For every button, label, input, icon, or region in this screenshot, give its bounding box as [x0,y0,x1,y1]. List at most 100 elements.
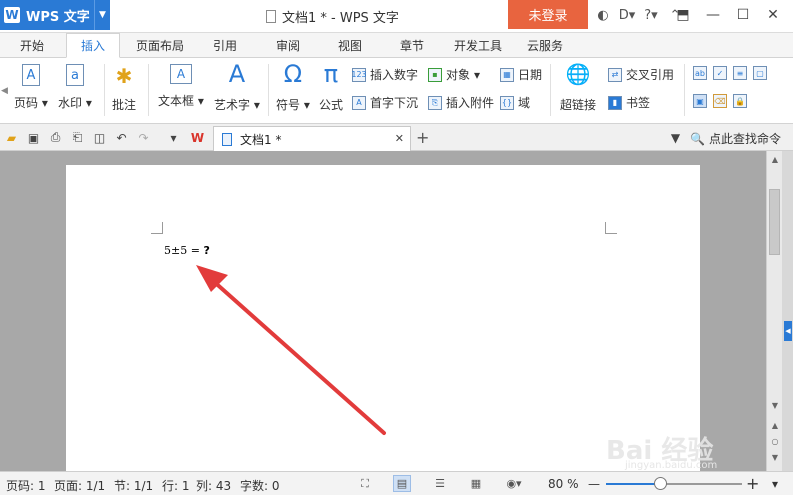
watermark-button[interactable]: a 水印 ▾ [58,64,92,111]
close-icon[interactable]: ✕ [758,4,788,26]
new-tab-icon[interactable]: + [416,128,429,147]
zoom-out-icon[interactable]: — [588,477,600,491]
undo-icon[interactable]: ↶ [114,130,129,145]
sidebar-toggle-icon[interactable]: ▼ [668,130,683,145]
form-controls-row-1: ab ✓ ≡ ▢ [693,66,767,80]
tab-insert[interactable]: 插入 [66,33,121,58]
ribbon-scroll-left-icon[interactable]: ◀ [0,58,9,124]
status-line: 行: 1 [162,479,190,493]
status-column: 列: 43 [196,479,232,493]
status-corner-icon[interactable]: ▾ [772,477,778,491]
scroll-down-icon[interactable]: ▼ [767,397,783,413]
insert-number-label: 插入数字 [370,68,419,82]
customize-toolbar-icon[interactable]: ▾ [166,130,181,145]
zoom-percent[interactable]: 80 % [548,477,579,491]
scroll-up-icon[interactable]: ▲ [767,151,783,167]
hyperlink-button[interactable]: 🌐 超链接 [560,62,596,113]
zoom-in-icon[interactable]: + [746,474,759,493]
document-page[interactable]: 5±5 = ? [66,165,700,471]
text-box-icon: A [169,64,192,84]
tab-chapter[interactable]: 章节 [400,33,424,58]
insert-attachment-button[interactable]: ⎘ 插入附件 [428,94,494,111]
print-preview-icon[interactable]: ◫ [92,130,107,145]
date-label: 日期 [518,68,543,82]
dropdown-field-icon[interactable]: ≡ [733,66,747,80]
object-button[interactable]: ▪ 对象 ▾ [428,66,480,83]
divider [684,64,685,116]
previous-page-icon[interactable]: ▲ [767,419,783,431]
page-number-icon: A [21,64,40,86]
restore-layout-icon[interactable]: ⬒ [668,4,698,26]
tab-view[interactable]: 视图 [338,33,362,58]
frame-icon[interactable]: ▢ [753,66,767,80]
tab-references[interactable]: 引用 [213,33,237,58]
tab-page-layout[interactable]: 页面布局 [136,33,184,58]
document-tab[interactable]: 文档1 * ✕ [213,126,411,151]
tab-review[interactable]: 审阅 [276,33,300,58]
formula-button[interactable]: π 公式 [319,60,344,113]
insert-number-button[interactable]: 123 插入数字 [351,66,419,83]
bookmark-icon: ▮ [608,95,622,110]
help-icon[interactable]: ?▾ [642,6,660,24]
insert-attachment-label: 插入附件 [446,96,495,110]
text-box-button[interactable]: A 文本框 ▾ [158,64,204,109]
scroll-thumb[interactable] [769,189,780,255]
field-button[interactable]: {} 域 [500,94,530,111]
close-tab-icon[interactable]: ✕ [395,132,404,145]
print-icon[interactable]: ⎗ [70,130,85,145]
page-number-button[interactable]: A 页码 ▾ [14,64,48,111]
share-icon[interactable]: D▾ [618,6,636,24]
tab-developer[interactable]: 开发工具 [454,33,502,58]
formula-label: 公式 [319,98,344,112]
symbol-button[interactable]: Ω 符号 ▾ [276,60,310,113]
date-button[interactable]: ▦ 日期 [500,66,542,83]
watermark-icon: a [65,64,84,86]
expand-panel-icon[interactable]: ◀ [784,321,792,341]
word-art-button[interactable]: A 艺术字 ▾ [214,60,260,113]
find-command-box[interactable]: 🔍 点此查找命令 [690,130,781,147]
next-page-icon[interactable]: ▼ [767,451,783,463]
export-pdf-icon[interactable]: ⎙ [48,130,63,145]
tab-cloud[interactable]: 云服务 [527,33,563,58]
minimize-icon[interactable]: — [698,4,728,26]
save-icon[interactable]: ▣ [26,130,41,145]
web-view-icon[interactable]: ▦ [467,475,485,492]
window-title: 文档1 * - WPS 文字 [266,7,399,26]
text-field-icon[interactable]: ab [693,66,707,80]
bookmark-button[interactable]: ▮ 书签 [608,94,650,111]
form-controls-row-2: ▣ ⌫ 🔒 [693,94,747,108]
cross-reference-label: 交叉引用 [626,68,675,82]
select-browse-object-icon[interactable]: ○ [767,435,783,447]
redo-icon[interactable]: ↷ [136,130,151,145]
open-folder-icon[interactable]: ▰ [4,130,19,145]
wps-menu-button[interactable]: W WPS 文字 ▼ [0,0,110,30]
zoom-slider[interactable] [606,477,742,490]
outline-view-icon[interactable]: ☰ [431,475,449,492]
eraser-icon[interactable]: ⌫ [713,94,727,108]
drop-cap-button[interactable]: A 首字下沉 [352,94,418,111]
field-icon: {} [500,95,514,110]
tab-home[interactable]: 开始 [20,33,44,58]
comment-button[interactable]: ✱ 批注 [112,64,136,113]
baidu-watermark-url: jingyan.baidu.com [625,460,718,471]
full-screen-icon[interactable]: ⛶ [356,475,374,492]
maximize-icon[interactable]: ☐ [728,4,758,26]
globe-link-icon: 🌐 [565,62,591,86]
page-view-icon[interactable]: ▤ [393,475,411,492]
eye-protection-icon[interactable]: ◉▾ [505,475,523,492]
chevron-down-icon[interactable]: ▼ [94,0,110,30]
word-art-icon: A [228,60,246,88]
lock-icon[interactable]: 🔒 [733,94,747,108]
login-button[interactable]: 未登录 [508,0,588,29]
vertical-scrollbar[interactable]: ▲ ▼ ▲ ○ ▼ [766,151,782,471]
zoom-slider-knob[interactable] [654,477,668,490]
wps-w-icon[interactable]: W [190,130,205,145]
cross-reference-button[interactable]: ⇄ 交叉引用 [608,66,674,83]
field-shading-icon[interactable]: ▣ [693,94,707,108]
pi-icon: π [323,60,339,88]
status-bar: 页码: 1 页面: 1/1 节: 1/1 行: 1 列: 43 字数: 0 ⛶ … [0,471,793,495]
status-pages: 页面: 1/1 [54,479,106,493]
checkbox-icon[interactable]: ✓ [713,66,727,80]
skin-icon[interactable]: ◐ [594,6,612,24]
object-icon: ▪ [428,67,442,82]
